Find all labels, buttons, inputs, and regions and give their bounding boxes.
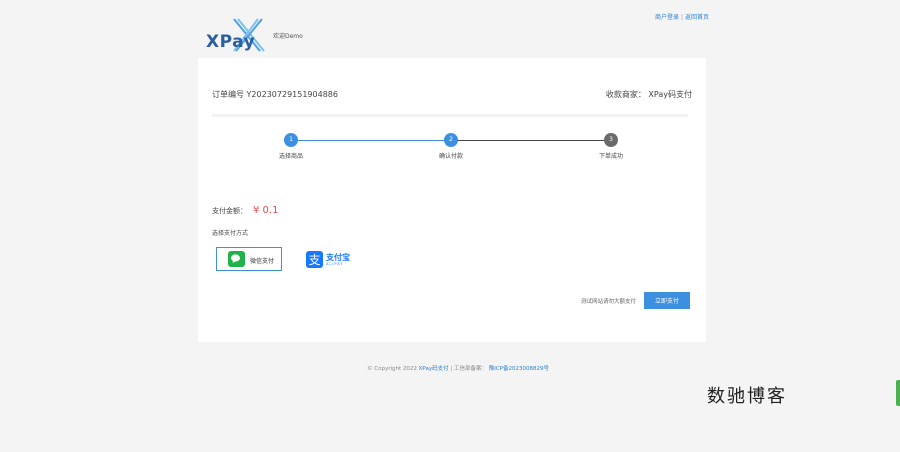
home-link[interactable]: 返回首页 (685, 14, 709, 21)
top-links: 商户登录 | 返回首页 (655, 12, 709, 21)
amount-row: 支付金额： ¥ 0.1 (212, 205, 278, 216)
alipay-icon: 支 (306, 251, 323, 268)
payment-card: 订单编号 Y20230729151904886 收款商家： XPay码支付 1 … (198, 58, 706, 342)
payment-method-title: 选择支付方式 (212, 230, 249, 237)
order-number-value: Y20230729151904886 (246, 90, 338, 99)
divider (212, 114, 688, 117)
step-1-dot: 1 (284, 133, 298, 147)
side-edge-tab[interactable] (896, 380, 900, 406)
logo-text: XPay (206, 32, 256, 52)
welcome-text: 欢迎Demo (273, 33, 303, 40)
footer-brand-link[interactable]: XPay码支付 (419, 366, 449, 372)
wechat-pay-option[interactable]: 微信支付 (216, 247, 282, 271)
step-line-pending (451, 140, 611, 141)
amount-value: ¥ 0.1 (253, 205, 279, 216)
amount-label: 支付金额： (212, 207, 247, 215)
merchant-info: 收款商家： XPay码支付 (605, 90, 692, 99)
progress-steps: 1 选择商品 2 确认付款 3 下单成功 (198, 132, 706, 162)
wechat-pay-label: 微信支付 (250, 258, 275, 265)
merchant-login-link[interactable]: 商户登录 (655, 14, 679, 21)
merchant-name: XPay码支付 (648, 90, 692, 99)
step-line-completed (291, 140, 451, 141)
step-2-dot: 2 (444, 133, 458, 147)
pay-now-button[interactable]: 立即支付 (644, 292, 690, 309)
test-hint: 测试网站请勿大额支付 (581, 299, 637, 305)
watermark: 数驰博客 (707, 386, 787, 407)
icp-link[interactable]: 豫ICP备2023008829号 (489, 366, 549, 372)
step-2-label: 确认付款 (438, 153, 463, 160)
alipay-option[interactable]: 支 支付宝 ALIPAY (302, 247, 358, 271)
copyright-text: © Copyright 2022 (367, 366, 417, 372)
top-bar: XPay 欢迎Demo 商户登录 | 返回首页 (0, 0, 900, 58)
svg-text:支: 支 (308, 253, 320, 267)
order-number-label: 订单编号 (212, 90, 244, 99)
merchant-label: 收款商家 (605, 90, 638, 99)
xpay-logo[interactable]: XPay (204, 18, 266, 52)
step-3-label: 下单成功 (598, 153, 623, 160)
footer: © Copyright 2022 XPay码支付 | 工信部备案： 豫ICP备2… (367, 364, 549, 372)
order-number: 订单编号 Y20230729151904886 (212, 89, 338, 100)
wechat-pay-icon (228, 251, 245, 267)
link-separator: | (681, 14, 684, 21)
icp-label: | 工信部备案： (450, 366, 487, 372)
step-3-dot: 3 (604, 133, 618, 147)
step-1-label: 选择商品 (278, 153, 303, 160)
alipay-sub-label: ALIPAY (326, 262, 344, 266)
